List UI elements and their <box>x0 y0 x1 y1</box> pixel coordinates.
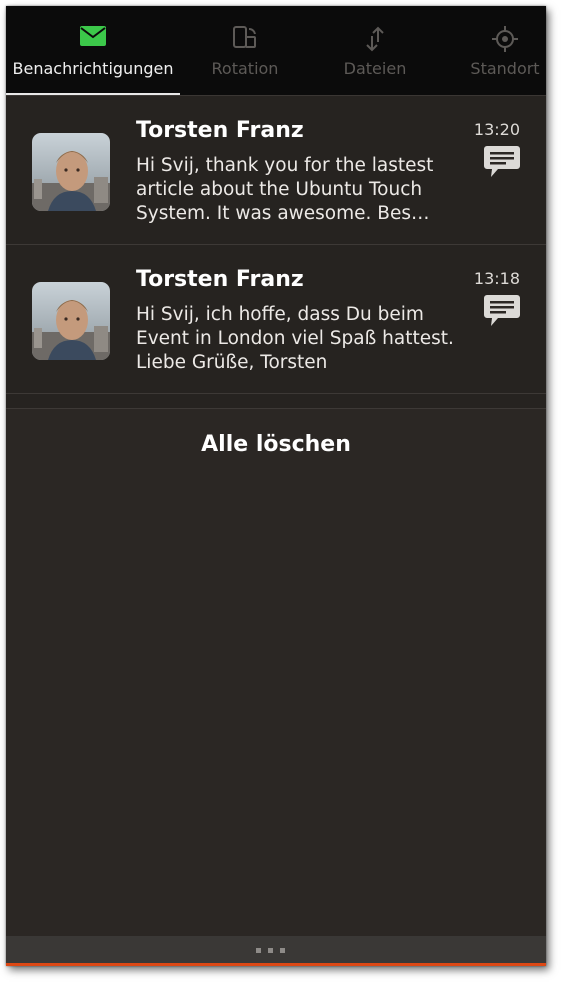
indicator-tab-bar: Benachrichtigungen Rotation Dateien Stan… <box>6 6 546 96</box>
notification-time: 13:18 <box>473 269 520 288</box>
tab-files[interactable]: Dateien <box>310 6 440 96</box>
message-bubble-icon[interactable] <box>484 295 520 331</box>
transfer-icon <box>364 26 386 56</box>
drag-handle[interactable] <box>256 948 296 954</box>
tab-label: Benachrichtigungen <box>12 59 174 78</box>
notification-body: Hi Svij, thank you for the lastest artic… <box>136 155 434 224</box>
location-icon <box>492 26 518 56</box>
tab-location[interactable]: Standort <box>440 6 546 96</box>
avatar <box>32 133 110 211</box>
tab-label: Rotation <box>211 59 279 78</box>
rotation-icon <box>232 26 258 54</box>
tab-notifications[interactable]: Benachrichtigungen <box>6 6 180 96</box>
notification-body: Hi Svij, ich hoffe, dass Du beim Event i… <box>136 304 454 373</box>
tab-label: Standort <box>470 59 540 78</box>
envelope-icon <box>80 26 106 50</box>
bottom-handle-bar[interactable] <box>6 936 546 966</box>
tab-rotation[interactable]: Rotation <box>180 6 310 96</box>
notification-list: Torsten Franz Hi Svij, thank you for the… <box>6 96 546 409</box>
divider <box>6 394 546 409</box>
notification-panel: Benachrichtigungen Rotation Dateien Stan… <box>6 6 546 966</box>
avatar <box>32 282 110 360</box>
message-bubble-icon[interactable] <box>484 146 520 182</box>
notification-sender: Torsten Franz <box>136 118 304 143</box>
notification-item[interactable]: Torsten Franz Hi Svij, ich hoffe, dass D… <box>6 245 546 394</box>
notification-sender: Torsten Franz <box>136 267 304 292</box>
clear-all-button[interactable]: Alle löschen <box>6 410 546 480</box>
notification-time: 13:20 <box>473 120 520 139</box>
accent-line <box>6 963 546 966</box>
notification-item[interactable]: Torsten Franz Hi Svij, thank you for the… <box>6 96 546 245</box>
tab-label: Dateien <box>343 59 407 78</box>
